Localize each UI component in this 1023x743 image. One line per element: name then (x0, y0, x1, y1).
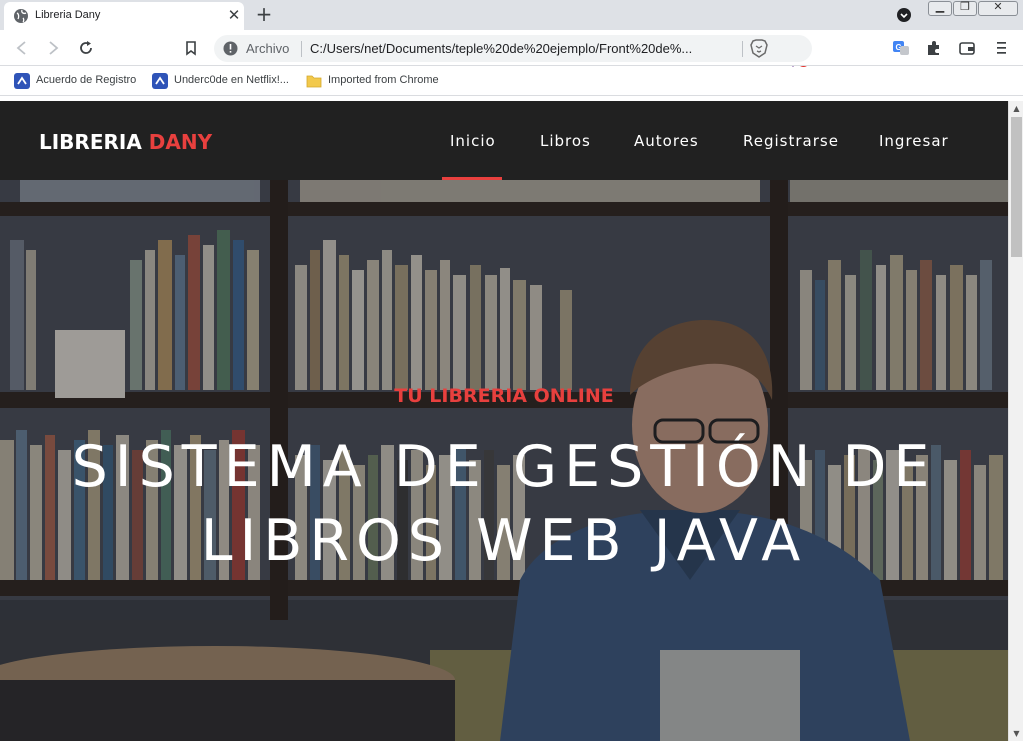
tab-close-icon[interactable]: ✕ (226, 7, 242, 23)
translate-icon[interactable]: G (892, 39, 910, 57)
nav-link-registrarse[interactable]: Registrarse (743, 132, 839, 150)
nav-link-libros[interactable]: Libros (540, 132, 591, 150)
bookmark-label: Acuerdo de Registro (36, 74, 137, 86)
window-close-button[interactable]: ✕ (978, 0, 1018, 16)
tab-search-icon[interactable] (896, 7, 912, 23)
site-navbar: LIBRERIA DANY Inicio Libros Autores Regi… (0, 101, 1008, 180)
info-icon[interactable] (223, 41, 238, 56)
page-scrollbar[interactable]: ▲ ▼ (1008, 101, 1023, 741)
scroll-up-arrow-icon[interactable]: ▲ (1012, 104, 1021, 113)
browser-toolbar: Archivo C:/Users/net/Documents/teple%20d… (0, 30, 1023, 86)
scroll-thumb[interactable] (1011, 117, 1022, 257)
browser-tab-active[interactable]: Libreria Dany ✕ (4, 2, 244, 30)
omnibox-divider (301, 41, 302, 57)
window-minimize-button[interactable]: ▁ (928, 0, 952, 16)
menu-icon[interactable] (992, 39, 1010, 57)
hero-section: TU LIBRERIA ONLINE SISTEMA DE GESTIÓN DE… (0, 180, 1008, 741)
site-logo[interactable]: LIBRERIA DANY (39, 130, 212, 154)
bookmark-icon[interactable] (182, 39, 200, 57)
address-bar[interactable]: Archivo C:/Users/net/Documents/teple%20d… (214, 35, 812, 62)
wallet-icon[interactable] (958, 39, 976, 57)
brave-shields-icon[interactable] (750, 39, 768, 58)
nav-active-indicator (442, 177, 502, 180)
bookmarks-bar: Acuerdo de Registro Underc0de en Netflix… (0, 67, 1023, 96)
nav-link-ingresar[interactable]: Ingresar (879, 132, 949, 150)
nav-link-autores[interactable]: Autores (634, 132, 699, 150)
omnibox-divider (742, 41, 743, 57)
globe-icon (14, 9, 28, 23)
security-label: Archivo (246, 41, 290, 56)
extensions-puzzle-icon[interactable] (925, 39, 943, 57)
tab-title: Libreria Dany (35, 9, 101, 21)
page-viewport: LIBRERIA DANY Inicio Libros Autores Regi… (0, 101, 1008, 741)
reload-icon[interactable] (77, 39, 95, 57)
url-text[interactable]: C:/Users/net/Documents/teple%20de%20ejem… (310, 41, 734, 56)
back-icon[interactable] (13, 39, 31, 57)
logo-accent-text: DANY (148, 130, 213, 154)
nav-link-inicio[interactable]: Inicio (450, 132, 496, 150)
folder-icon (306, 75, 322, 88)
bookmark-label: Imported from Chrome (328, 74, 439, 86)
hero-title-line: LIBROS WEB JAVA (200, 508, 808, 574)
forward-icon[interactable] (44, 39, 62, 57)
new-tab-button[interactable]: + (254, 4, 274, 24)
hero-title: SISTEMA DE GESTIÓN DE LIBROS WEB JAVA (0, 430, 1008, 578)
hero-kicker: TU LIBRERIA ONLINE (394, 385, 614, 407)
browser-tabstrip: Libreria Dany ✕ + ▁ ❐ ✕ (0, 0, 1023, 30)
bookmark-label: Underc0de en Netflix!... (174, 74, 289, 86)
hero-title-line: SISTEMA DE GESTIÓN DE (71, 434, 937, 500)
blue-site-icon (152, 73, 168, 89)
blue-site-icon (14, 73, 30, 89)
logo-main-text: LIBRERIA (39, 130, 149, 154)
scroll-down-arrow-icon[interactable]: ▼ (1012, 729, 1021, 738)
window-restore-button[interactable]: ❐ (953, 0, 977, 16)
